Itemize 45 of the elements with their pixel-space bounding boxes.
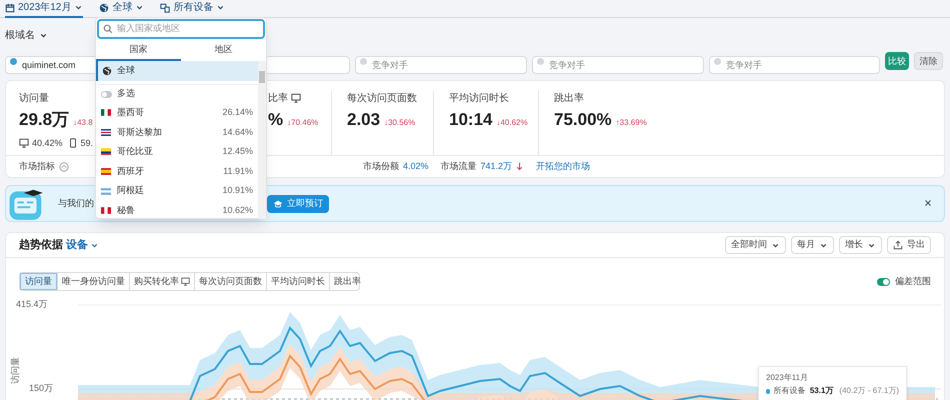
country-share: 10.91% — [222, 184, 253, 198]
metric-label: 每次访问页面数 — [347, 92, 417, 106]
metric-change: ↓43.8 — [73, 117, 93, 129]
metric-value: 10:14 — [449, 109, 492, 131]
metric-value: 2.03 — [347, 109, 380, 131]
metric-change: ↑33.69% — [616, 117, 647, 129]
metric-label: 访问量 — [19, 92, 49, 106]
metric-change: ↓70.46% — [287, 117, 318, 129]
toggle-label: 多选 — [117, 87, 135, 100]
series-value: 53.1万 — [810, 386, 834, 396]
y-tick-label: 415.4万 — [16, 299, 48, 310]
country-share: 11.91% — [223, 164, 253, 178]
metric-value: 29.8万 — [19, 109, 70, 131]
series-name: 所有设备 — [773, 386, 806, 396]
country-name: 西班牙 — [117, 164, 145, 178]
country-share: 14.64% — [222, 126, 253, 139]
banner-text: 与我们的 — [58, 196, 94, 210]
y-tick-label: 150万 — [29, 383, 54, 394]
series-range: (40.2万 - 67.1万) — [839, 386, 899, 396]
metric-change: ↓40.62% — [496, 117, 528, 129]
country-name: 哥斯达黎加 — [117, 126, 163, 139]
toggle-label: 偏差范围 — [895, 274, 931, 288]
country-name: 秘鲁 — [117, 204, 136, 218]
market-traffic-label: 市场流量 — [440, 160, 477, 173]
market-share-value: 4.02% — [403, 160, 429, 173]
tooltip-title: 2023年11月 — [766, 373, 810, 383]
country-share: 12.45% — [222, 145, 253, 158]
metric-change: ↓30.56% — [384, 117, 416, 129]
y-axis-label: 访问量 — [10, 357, 21, 384]
metric-value: % — [268, 109, 284, 131]
metric-label: 跳出率 — [554, 92, 584, 106]
device-share: 59. — [80, 136, 94, 150]
country-share: 26.14% — [222, 106, 253, 120]
country-name: 墨西哥 — [117, 106, 145, 120]
country-name: 哥伦比亚 — [117, 145, 154, 158]
section-title: 趋势依据 — [19, 238, 63, 253]
metric-label: 比率 — [268, 92, 288, 106]
market-traffic-value: 741.2万 — [480, 160, 512, 173]
metric-label: 平均访问时长 — [449, 92, 509, 106]
device-share: 40.42% — [32, 136, 63, 150]
country-share: 10.62% — [222, 204, 253, 218]
section-label: 市场指标 — [19, 160, 55, 173]
country-name: 阿根廷 — [117, 184, 145, 198]
market-share-label: 市场份额 — [363, 160, 399, 173]
metric-value: 75.00% — [554, 109, 612, 131]
